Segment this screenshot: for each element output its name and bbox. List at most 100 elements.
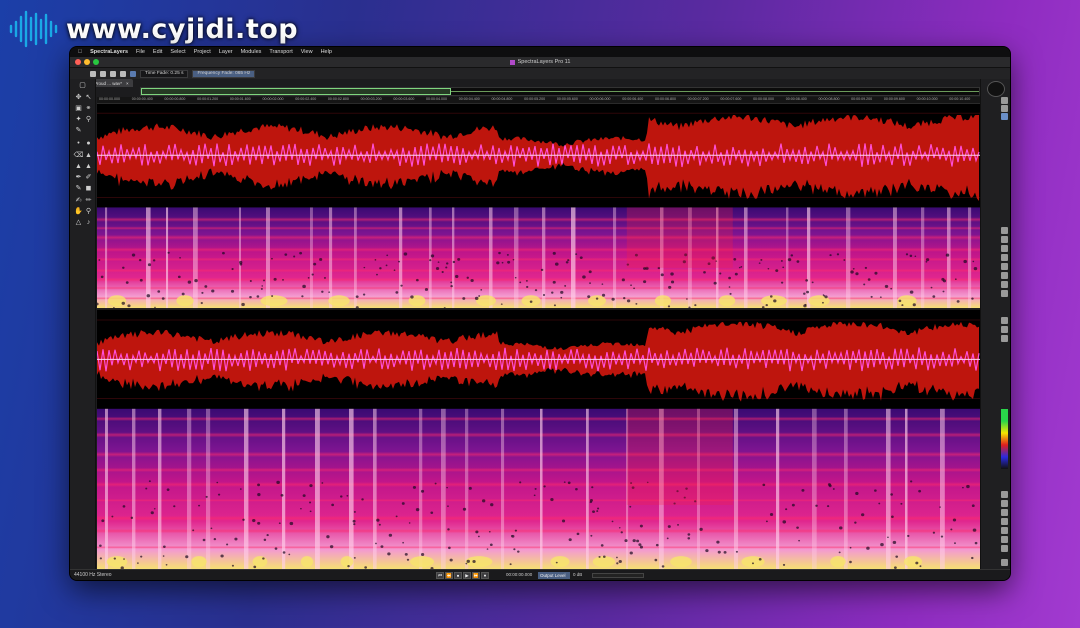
overview-selection[interactable] [141,88,451,95]
module-icon[interactable] [1001,263,1008,270]
undo-icon[interactable] [1001,559,1008,566]
zoom-window-button[interactable] [93,59,99,65]
pen-icon[interactable]: ✎ [74,126,83,135]
module-icon[interactable] [1001,335,1008,342]
output-level-slider[interactable]: Output Level [538,572,570,579]
module-icon[interactable] [1001,491,1008,498]
module-icon[interactable] [1001,509,1008,516]
pencil-icon[interactable]: ✏ [84,196,93,205]
minimize-window-button[interactable] [84,59,90,65]
spectral-speck [165,563,168,566]
time-fade-field[interactable]: Time Fade: 0.25 s [140,69,189,78]
brush-icon[interactable]: ✐ [84,173,93,182]
spectral-speck [420,489,425,493]
module-icon[interactable] [1001,545,1008,552]
close-tab-icon[interactable]: × [126,81,129,86]
module-icon[interactable] [1001,227,1008,234]
project-tab[interactable]: Proud ... wav* × [90,79,133,87]
hand-icon[interactable]: ✋ [74,207,83,216]
menu-transport[interactable]: Transport [269,49,292,55]
stop-button[interactable]: ⏹ [454,572,462,579]
layer-icon[interactable] [1001,113,1008,120]
low-energy-blob [176,295,194,307]
ruler-tick: 00:00:10.400 [949,97,971,101]
rect-select-icon[interactable]: ▣ [74,104,83,113]
module-icon[interactable] [1001,245,1008,252]
brush-shape-icon[interactable] [100,70,106,77]
menu-view[interactable]: View [301,49,313,55]
menu-modules[interactable]: Modules [241,49,262,55]
eraser-icon[interactable]: ⌫ [74,151,84,160]
menu-app-name[interactable]: SpectraLayers [90,49,128,55]
module-icon[interactable] [1001,290,1008,297]
spectral-speck [694,304,697,307]
play-button[interactable]: ▶ [463,572,471,579]
clone-icon[interactable]: ▲ [74,162,83,171]
menu-select[interactable]: Select [170,49,185,55]
close-window-button[interactable] [75,59,81,65]
smudge-icon[interactable]: ✎ [74,184,83,193]
module-icon[interactable] [1001,281,1008,288]
heal-icon[interactable]: ▲ [84,162,93,171]
lasso-icon[interactable]: ⚭ [84,104,93,113]
mode-icon[interactable] [120,70,126,77]
transport-controls: ⏮ ⏪ ⏹ ▶ ⏩ ● [436,572,489,579]
module-icon[interactable] [1001,500,1008,507]
pointer-icon[interactable]: ↖ [84,93,93,102]
module-icon[interactable] [1001,518,1008,525]
move-tool-icon[interactable]: ✥ [74,93,83,102]
layer-icon[interactable] [1001,105,1008,112]
dropper-icon[interactable]: ✒ [74,173,83,182]
waveform-envelope [97,114,979,202]
module-icon[interactable] [1001,254,1008,261]
module-icon[interactable] [1001,326,1008,333]
layer-icon[interactable] [1001,97,1008,104]
forward-button[interactable]: ⏩ [472,572,480,579]
project-tab-row: Proud ... wav* × [90,79,980,87]
frequency-fade-field[interactable]: Frequency Fade: 065 Hz [192,69,256,78]
zoom-icon[interactable]: ⚲ [84,207,93,216]
menu-help[interactable]: Help [321,49,332,55]
wand-icon[interactable]: ✦ [74,115,83,124]
time-ruler[interactable]: 00:00:00.000 00:00:00.400 00:00:00.800 00:0… [97,97,980,104]
module-icon[interactable] [1001,527,1008,534]
timeline-overview[interactable] [140,87,980,96]
dot-large-icon[interactable]: ● [84,139,93,148]
spectral-speck [488,530,491,533]
spectral-speck [620,531,623,534]
spectral-speck [635,302,638,305]
rewind-start-button[interactable]: ⏮ [436,572,444,579]
record-button[interactable]: ● [481,572,489,579]
menu-file[interactable]: File [136,49,145,55]
stamp-icon[interactable]: ▲ [84,151,93,160]
sampler-icon[interactable]: ✍ [74,196,83,205]
toggle-icon[interactable] [110,70,116,77]
apple-icon[interactable]:  [78,49,82,55]
option-icon[interactable] [130,70,136,77]
module-icon[interactable] [1001,317,1008,324]
cube-icon[interactable]: △ [74,218,83,227]
spectral-speck [121,301,125,305]
fill-icon[interactable]: ◼ [84,184,93,193]
dot-small-icon[interactable]: • [74,139,83,148]
ruler-tick: 00:00:02.400 [295,97,317,101]
magnifier-icon[interactable]: ⚲ [84,115,93,124]
menu-layer[interactable]: Layer [219,49,233,55]
spectral-canvas[interactable] [97,104,980,569]
record-icon[interactable] [90,70,96,77]
spectral-speck [307,277,310,279]
spectral-display[interactable] [97,104,980,569]
module-icon[interactable] [1001,236,1008,243]
rewind-button[interactable]: ⏪ [445,572,453,579]
spectral-speck [925,260,928,263]
speaker-icon[interactable]: ♪ [84,218,93,227]
spectral-speck [187,280,192,284]
module-icon[interactable] [1001,272,1008,279]
scrub-wheel-icon[interactable] [987,81,1005,97]
frame-select-icon[interactable]: ▢ [78,81,87,90]
module-icon[interactable] [1001,536,1008,543]
menu-project[interactable]: Project [194,49,211,55]
menu-edit[interactable]: Edit [153,49,162,55]
spectral-speck [198,504,201,507]
spectral-speck [892,540,897,545]
